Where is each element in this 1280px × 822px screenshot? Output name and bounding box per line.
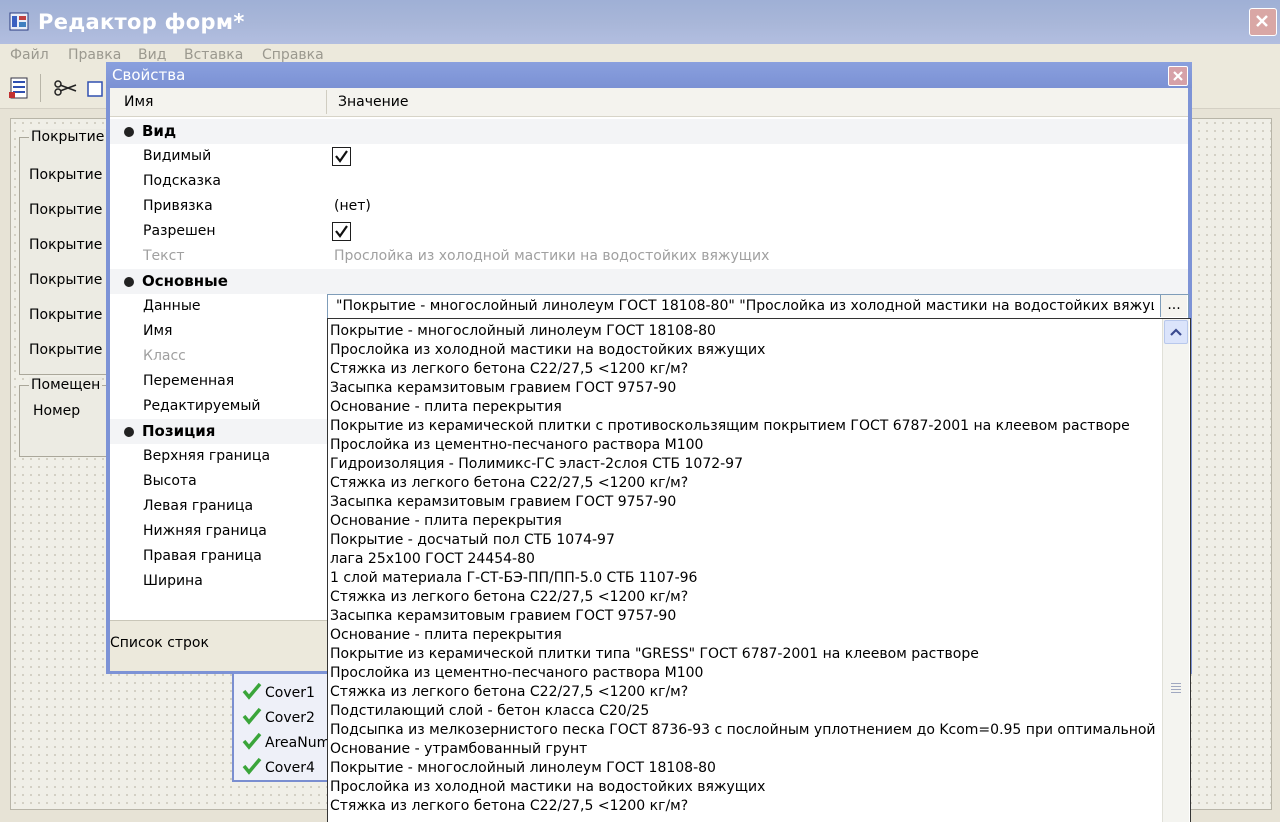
list-item[interactable]: Основание - плита перекрытия — [330, 512, 1160, 531]
prop-editable[interactable]: Редактируемый — [143, 398, 261, 414]
list-item[interactable]: Покрытие из керамической плитки с против… — [330, 417, 1160, 436]
menu-edit[interactable]: Правка — [68, 47, 121, 63]
header-value[interactable]: Значение — [338, 94, 408, 110]
list-item[interactable]: Покрытие - досчатый пол СТБ 1074-97 — [330, 531, 1160, 550]
app-icon — [8, 10, 30, 32]
list-item[interactable]: лага 25x100 ГОСТ 24454-80 — [330, 550, 1160, 569]
prop-class[interactable]: Класс — [143, 348, 186, 364]
prop-height[interactable]: Высота — [143, 473, 197, 489]
list-item[interactable]: Стяжка из легкого бетона С22/27,5 <1200 … — [330, 588, 1160, 607]
prop-enabled[interactable]: Разрешен — [143, 223, 216, 239]
toolbar-separator — [40, 74, 41, 102]
checkmark-icon — [242, 682, 262, 700]
checkmark-icon — [242, 707, 262, 725]
description-title: Список строк — [110, 635, 209, 651]
list-item[interactable]: Покрытие - многослойный линолеум ГОСТ 18… — [330, 759, 1160, 778]
scroll-grip-icon[interactable] — [1171, 683, 1181, 693]
prop-name[interactable]: Имя — [143, 323, 172, 339]
copy-icon[interactable] — [86, 76, 106, 98]
prop-data[interactable]: Данные — [143, 298, 201, 314]
chevron-up-icon — [1170, 328, 1182, 336]
ellipsis-button[interactable]: ... — [1160, 295, 1187, 317]
properties-title-bar[interactable]: Свойства — [106, 62, 1192, 88]
scroll-up-button[interactable] — [1164, 320, 1188, 344]
cover-label[interactable]: Покрытие — [29, 342, 102, 358]
room-group-legend: Помещен — [29, 377, 103, 393]
data-value-text[interactable]: "Покрытие - многослойный линолеум ГОСТ 1… — [336, 298, 1154, 314]
data-dropdown-list[interactable]: Покрытие - многослойный линолеум ГОСТ 18… — [327, 318, 1191, 822]
cover-label[interactable]: Покрытие — [29, 202, 102, 218]
checkmark-icon — [242, 757, 262, 775]
list-item[interactable]: Основание - плита перекрытия — [330, 398, 1160, 417]
list-item[interactable]: Прослойка из цементно-песчаного раствора… — [330, 664, 1160, 683]
header-name[interactable]: Имя — [124, 94, 153, 110]
bullet-icon — [124, 427, 134, 437]
dropdown-scrollbar[interactable] — [1162, 319, 1189, 822]
properties-close-button[interactable] — [1168, 66, 1188, 86]
list-item[interactable]: Прослойка из холодной мастики на водосто… — [330, 778, 1160, 797]
menu-view[interactable]: Вид — [138, 47, 166, 63]
checklist-item[interactable]: Cover1 — [242, 682, 315, 701]
header-separator[interactable] — [326, 90, 327, 114]
list-item[interactable]: Стяжка из легкого бетона С22/27,5 <1200 … — [330, 683, 1160, 702]
check-icon — [335, 150, 348, 163]
main-title-bar: Редактор форм* — [0, 0, 1280, 44]
properties-tool-icon[interactable] — [8, 76, 32, 100]
list-item[interactable]: Засыпка керамзитовым гравием ГОСТ 9757-9… — [330, 379, 1160, 398]
enabled-checkbox[interactable] — [332, 222, 351, 241]
prop-right[interactable]: Правая граница — [143, 548, 262, 564]
binding-value[interactable]: (нет) — [334, 198, 371, 214]
prop-width[interactable]: Ширина — [143, 573, 203, 589]
check-icon — [335, 225, 348, 238]
prop-visible[interactable]: Видимый — [143, 148, 211, 164]
list-item[interactable]: Засыпка керамзитовым гравием ГОСТ 9757-9… — [330, 493, 1160, 512]
prop-left[interactable]: Левая граница — [143, 498, 253, 514]
list-item[interactable]: Стяжка из легкого бетона С22/27,5 <1200 … — [330, 360, 1160, 379]
list-item[interactable]: Прослойка из цементно-песчаного раствора… — [330, 436, 1160, 455]
list-item[interactable]: Основание - плита перекрытия — [330, 626, 1160, 645]
number-label[interactable]: Номер — [33, 403, 80, 419]
prop-top[interactable]: Верхняя граница — [143, 448, 270, 464]
menu-file[interactable]: Файл — [10, 47, 49, 63]
checklist-item[interactable]: Cover2 — [242, 707, 315, 726]
cover-label[interactable]: Покрытие — [29, 237, 102, 253]
prop-tooltip[interactable]: Подсказка — [143, 173, 221, 189]
bullet-icon — [124, 127, 134, 137]
properties-title: Свойства — [112, 66, 186, 84]
prop-bottom[interactable]: Нижняя граница — [143, 523, 267, 539]
close-window-button[interactable] — [1249, 8, 1277, 36]
menu-help[interactable]: Справка — [262, 47, 324, 63]
list-item[interactable]: Гидроизоляция - Полимикс-ГС эласт-2слоя … — [330, 455, 1160, 474]
cover-label[interactable]: Покрытие — [29, 272, 102, 288]
list-item[interactable]: Стяжка из легкого бетона С22/27,5 <1200 … — [330, 474, 1160, 493]
prop-binding[interactable]: Привязка — [143, 198, 213, 214]
bullet-icon — [124, 277, 134, 287]
checklist-item[interactable]: Cover4 — [242, 757, 315, 776]
list-item[interactable]: Основание - утрамбованный грунт — [330, 740, 1160, 759]
text-value: Прослойка из холодной мастики на водосто… — [334, 248, 770, 264]
category-main[interactable]: Основные — [110, 269, 1188, 294]
prop-text[interactable]: Текст — [143, 248, 184, 264]
list-item[interactable]: Подстилающий слой - бетон класса С20/25 — [330, 702, 1160, 721]
checklist-item[interactable]: AreaNum — [242, 732, 330, 751]
list-item[interactable]: Подсыпка из мелкозернистого песка ГОСТ 8… — [330, 721, 1160, 740]
list-item[interactable]: Покрытие из керамической плитки типа "GR… — [330, 645, 1160, 664]
cover-label[interactable]: Покрытие — [29, 307, 102, 323]
list-item[interactable]: Прослойка из холодной мастики на водосто… — [330, 341, 1160, 360]
cut-icon[interactable] — [52, 76, 78, 98]
cover-label[interactable]: Покрытие — [29, 167, 102, 183]
list-item[interactable]: Покрытие - многослойный линолеум ГОСТ 18… — [330, 322, 1160, 341]
data-value-field[interactable]: "Покрытие - многослойный линолеум ГОСТ 1… — [327, 294, 1189, 320]
cover-group-legend: Покрытие — [29, 129, 107, 145]
grid-header: Имя Значение — [110, 88, 1188, 117]
checkmark-icon — [242, 732, 262, 750]
list-item[interactable]: Засыпка керамзитовым гравием ГОСТ 9757-9… — [330, 607, 1160, 626]
visible-checkbox[interactable] — [332, 147, 351, 166]
category-view[interactable]: Вид — [110, 119, 1188, 144]
menu-insert[interactable]: Вставка — [184, 47, 243, 63]
list-item[interactable]: Стяжка из легкого бетона С22/27,5 <1200 … — [330, 797, 1160, 816]
prop-variable[interactable]: Переменная — [143, 373, 234, 389]
list-item[interactable]: 1 слой материала Г-СТ-БЭ-ПП/ПП-5.0 СТБ 1… — [330, 569, 1160, 588]
window-title: Редактор форм* — [38, 10, 245, 34]
